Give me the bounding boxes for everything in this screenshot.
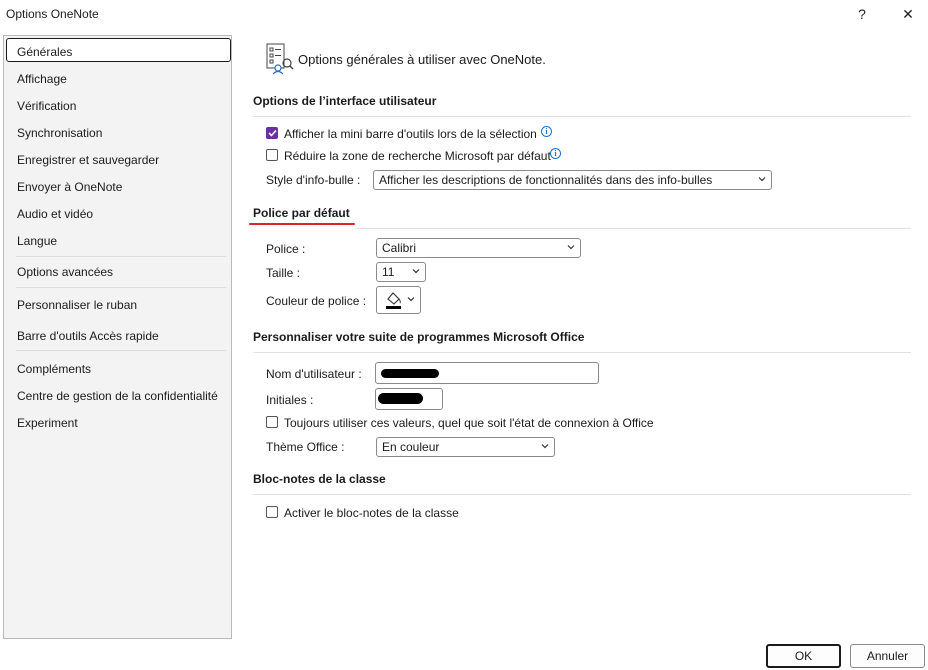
office-theme-value: En couleur bbox=[382, 440, 440, 454]
size-select[interactable]: 11 bbox=[376, 262, 426, 282]
sidebar-item-audio-video[interactable]: Audio et vidéo bbox=[17, 207, 93, 221]
section-divider bbox=[253, 494, 911, 495]
info-icon[interactable]: i bbox=[550, 148, 561, 159]
size-label: Taille : bbox=[266, 266, 301, 280]
font-color-label: Couleur de police : bbox=[266, 294, 367, 308]
red-underline bbox=[249, 223, 355, 225]
mini-toolbar-label: Afficher la mini barre d'outils lors de … bbox=[284, 127, 537, 141]
class-notebook-checkbox[interactable] bbox=[266, 506, 278, 518]
help-button[interactable]: ? bbox=[848, 3, 876, 25]
page-title: Options générales à utiliser avec OneNot… bbox=[298, 52, 546, 67]
class-notebook-label: Activer le bloc-notes de la classe bbox=[284, 506, 459, 520]
initials-label: Initiales : bbox=[266, 393, 314, 407]
sidebar-item-complements[interactable]: Compléments bbox=[17, 362, 91, 376]
chevron-down-icon bbox=[758, 177, 766, 182]
section-divider bbox=[357, 228, 911, 229]
sidebar-item-options-avancees[interactable]: Options avancées bbox=[17, 265, 113, 279]
close-button[interactable]: ✕ bbox=[894, 3, 922, 25]
cancel-button[interactable]: Annuler bbox=[850, 644, 925, 668]
sidebar-item-experiment[interactable]: Experiment bbox=[17, 416, 78, 430]
font-select[interactable]: Calibri bbox=[376, 238, 581, 258]
section-title-class-notebook: Bloc-notes de la classe bbox=[253, 472, 386, 486]
paint-bucket-icon bbox=[386, 292, 401, 309]
sidebar-item-synchronisation[interactable]: Synchronisation bbox=[17, 126, 102, 140]
sidebar: Générales Affichage Vérification Synchro… bbox=[3, 35, 232, 639]
help-icon: ? bbox=[858, 6, 866, 22]
font-label: Police : bbox=[266, 242, 306, 256]
section-divider bbox=[253, 116, 911, 117]
sidebar-item-affichage[interactable]: Affichage bbox=[17, 72, 67, 86]
office-theme-label: Thème Office : bbox=[266, 440, 345, 454]
options-page-icon bbox=[264, 43, 294, 75]
collapse-search-checkbox[interactable] bbox=[266, 149, 278, 161]
section-divider bbox=[253, 352, 911, 353]
chevron-down-icon bbox=[407, 297, 415, 302]
sidebar-item-generales[interactable]: Générales bbox=[17, 45, 72, 59]
mini-toolbar-checkbox[interactable] bbox=[266, 127, 278, 139]
username-label: Nom d'utilisateur : bbox=[266, 367, 362, 381]
initials-input[interactable] bbox=[375, 388, 443, 410]
info-icon[interactable]: i bbox=[541, 126, 552, 137]
font-color-picker[interactable] bbox=[376, 286, 421, 314]
sidebar-separator bbox=[16, 287, 226, 288]
office-theme-select[interactable]: En couleur bbox=[376, 437, 555, 457]
tooltip-style-value: Afficher les descriptions de fonctionnal… bbox=[379, 173, 713, 187]
chevron-down-icon bbox=[412, 269, 420, 274]
sidebar-item-envoyer[interactable]: Envoyer à OneNote bbox=[17, 180, 122, 194]
sidebar-item-ruban[interactable]: Personnaliser le ruban bbox=[17, 298, 137, 312]
sidebar-item-enregistrer[interactable]: Enregistrer et sauvegarder bbox=[17, 153, 159, 167]
font-value: Calibri bbox=[382, 241, 417, 255]
sidebar-separator bbox=[16, 256, 226, 257]
tooltip-style-label: Style d'info-bulle : bbox=[266, 173, 361, 187]
section-title-personalize: Personnaliser votre suite de programmes … bbox=[253, 330, 585, 344]
redaction-mark bbox=[381, 369, 439, 378]
sidebar-separator bbox=[16, 350, 226, 351]
size-value: 11 bbox=[382, 265, 395, 279]
always-use-checkbox[interactable] bbox=[266, 416, 278, 428]
sidebar-item-langue[interactable]: Langue bbox=[17, 234, 57, 248]
sidebar-item-acces-rapide[interactable]: Barre d'outils Accès rapide bbox=[17, 329, 159, 343]
username-input[interactable] bbox=[375, 362, 599, 384]
collapse-search-label: Réduire la zone de recherche Microsoft p… bbox=[284, 149, 551, 163]
sidebar-item-verification[interactable]: Vérification bbox=[17, 99, 76, 113]
tooltip-style-select[interactable]: Afficher les descriptions de fonctionnal… bbox=[373, 170, 772, 190]
chevron-down-icon bbox=[541, 444, 549, 449]
redaction-mark bbox=[378, 393, 423, 404]
chevron-down-icon bbox=[567, 245, 575, 250]
ok-button[interactable]: OK bbox=[766, 644, 841, 668]
section-title-ui-options: Options de l’interface utilisateur bbox=[253, 94, 437, 108]
window-title: Options OneNote bbox=[6, 7, 99, 21]
section-title-default-font: Police par défaut bbox=[253, 206, 350, 220]
always-use-label: Toujours utiliser ces valeurs, quel que … bbox=[284, 416, 654, 430]
close-icon: ✕ bbox=[902, 5, 914, 22]
checkmark-icon bbox=[267, 129, 277, 137]
sidebar-item-confidentialite[interactable]: Centre de gestion de la confidentialité bbox=[17, 389, 218, 403]
